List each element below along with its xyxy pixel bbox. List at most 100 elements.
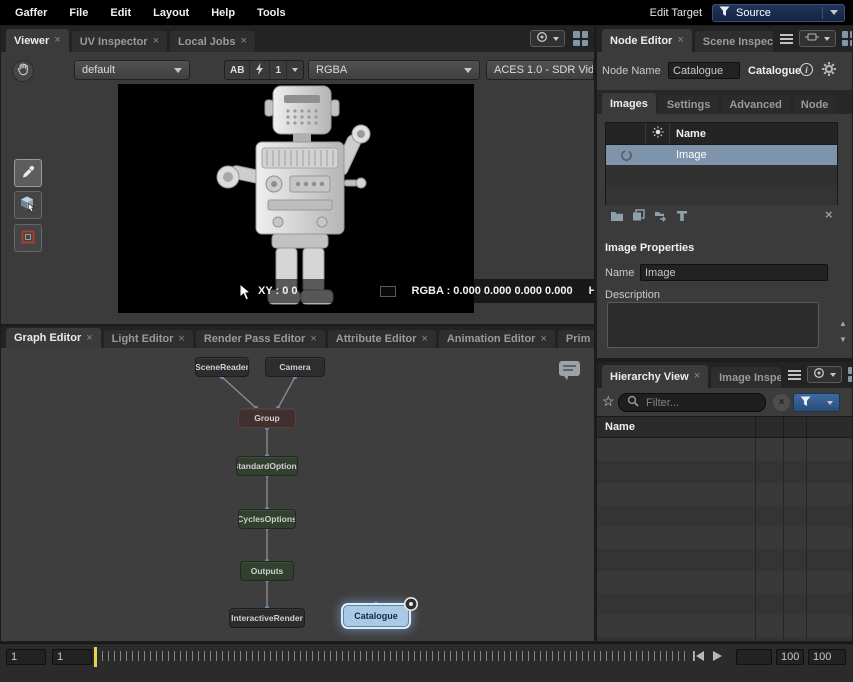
edit-target-source-dropdown[interactable]: Source <box>712 4 845 22</box>
menu-help[interactable]: Help <box>200 7 246 19</box>
tab-hierarchy-view[interactable]: Hierarchy View × <box>602 365 708 388</box>
empty-row <box>597 637 852 641</box>
tab-image-inspector[interactable]: Image Inspe <box>711 367 781 388</box>
menu-edit[interactable]: Edit <box>99 7 142 19</box>
close-tab-icon[interactable]: × <box>178 334 184 345</box>
tab-list-menu-icon[interactable] <box>788 370 801 380</box>
node-outputs[interactable]: Outputs <box>240 561 294 581</box>
subtab-node[interactable]: Node <box>793 95 837 114</box>
node-icon <box>805 32 819 45</box>
skip-to-start-button[interactable] <box>692 650 705 665</box>
menu-gaffer[interactable]: Gaffer <box>4 7 58 19</box>
frame-ruler[interactable] <box>102 651 686 661</box>
close-tab-icon[interactable]: × <box>677 35 683 46</box>
view-select-dropdown[interactable]: default <box>74 60 190 80</box>
playback-end-field[interactable] <box>776 649 804 665</box>
node-catalogue[interactable]: Catalogue <box>343 605 409 627</box>
filter-searchbox[interactable] <box>618 393 766 412</box>
exposure-value[interactable]: 1 <box>270 61 287 79</box>
playback-start-field[interactable] <box>52 649 92 665</box>
tab-label: Light Editor <box>112 333 174 345</box>
gear-icon[interactable] <box>821 61 837 80</box>
tab-list-menu-icon[interactable] <box>780 34 793 44</box>
tab-primitive-inspector[interactable]: Prim <box>558 330 594 348</box>
tab-light-editor[interactable]: Light Editor × <box>104 330 193 348</box>
add-image-button[interactable] <box>610 210 624 225</box>
node-name-field[interactable] <box>668 62 740 79</box>
node-scenereader[interactable]: SceneReader <box>195 357 249 377</box>
crop-window-tool-button[interactable] <box>14 224 42 252</box>
current-frame-field[interactable] <box>736 649 772 665</box>
subtab-images[interactable]: Images <box>602 93 656 114</box>
play-button[interactable] <box>712 650 723 665</box>
channel-select-value: RGBA <box>316 64 347 76</box>
current-frame-marker[interactable] <box>94 647 97 667</box>
info-icon[interactable]: i <box>800 63 813 76</box>
exposure-menu-button[interactable] <box>287 61 303 79</box>
hand-icon <box>17 63 30 79</box>
start-frame-field[interactable] <box>6 649 46 665</box>
tab-node-editor[interactable]: Node Editor × <box>602 29 692 52</box>
tab-uv-inspector[interactable]: UV Inspector × <box>72 31 167 52</box>
tab-scene-inspector[interactable]: Scene Inspecto <box>695 31 773 52</box>
tab-label: Images <box>610 98 648 110</box>
close-tab-icon[interactable]: × <box>54 35 60 46</box>
close-tab-icon[interactable]: × <box>694 371 700 382</box>
tab-render-pass-editor[interactable]: Render Pass Editor × <box>196 330 325 348</box>
tab-viewer[interactable]: Viewer × <box>6 29 69 52</box>
channel-select-dropdown[interactable]: RGBA <box>308 60 480 80</box>
export-image-button[interactable] <box>654 210 668 225</box>
select-tool-button[interactable] <box>14 191 42 219</box>
scroll-up-icon[interactable]: ▲ <box>839 320 847 328</box>
close-tab-icon[interactable]: × <box>240 36 246 47</box>
image-row-selected[interactable]: Image <box>606 145 837 165</box>
node-group[interactable]: Group <box>238 408 296 428</box>
extract-image-button[interactable] <box>676 210 688 225</box>
subtab-advanced[interactable]: Advanced <box>721 95 790 114</box>
chevron-down-icon <box>830 373 836 377</box>
node-graph-canvas[interactable]: SceneReader Camera Group StandardOptions… <box>1 348 594 641</box>
image-name-field[interactable] <box>640 264 828 281</box>
filter-input[interactable] <box>644 396 757 410</box>
tab-attribute-editor[interactable]: Attribute Editor × <box>328 330 436 348</box>
layout-grid-icon[interactable] <box>848 367 852 382</box>
remove-image-button[interactable]: × <box>825 207 833 222</box>
node-interactiverender[interactable]: InteractiveRender <box>229 608 305 628</box>
annotation-note-icon[interactable] <box>558 360 582 384</box>
hierarchy-target-dropdown[interactable] <box>807 366 842 383</box>
bookmark-star-icon[interactable]: ☆ <box>602 393 615 410</box>
close-tab-icon[interactable]: × <box>421 334 427 345</box>
duplicate-image-button[interactable] <box>632 209 645 225</box>
color-correction-button[interactable] <box>250 61 270 79</box>
menu-tools[interactable]: Tools <box>246 7 297 19</box>
node-cyclesoptions[interactable]: CyclesOptions <box>238 509 296 529</box>
subtab-settings[interactable]: Settings <box>659 95 718 114</box>
display-transform-dropdown[interactable]: ACES 1.0 - SDR Vide <box>486 60 594 80</box>
clear-filter-icon[interactable]: × <box>773 394 790 411</box>
description-field[interactable] <box>607 302 819 348</box>
tab-local-jobs[interactable]: Local Jobs × <box>170 31 255 52</box>
hierarchy-view-panel: Hierarchy View × Image Inspe ☆ × <box>597 362 852 641</box>
scroll-down-icon[interactable]: ▼ <box>839 336 847 344</box>
filter-options-dropdown[interactable] <box>793 393 840 412</box>
menu-file[interactable]: File <box>58 7 99 19</box>
close-tab-icon[interactable]: × <box>540 334 546 345</box>
close-tab-icon[interactable]: × <box>310 334 316 345</box>
viewer-target-dropdown[interactable] <box>530 30 565 47</box>
tab-animation-editor[interactable]: Animation Editor × <box>439 330 555 348</box>
chevron-down-icon <box>553 37 559 41</box>
color-picker-tool-button[interactable] <box>14 159 42 187</box>
pan-tool-button[interactable] <box>12 60 34 82</box>
close-tab-icon[interactable]: × <box>86 333 92 344</box>
ab-compare-button[interactable]: AB <box>225 61 250 79</box>
menu-layout[interactable]: Layout <box>142 7 200 19</box>
node-focus-dropdown[interactable] <box>799 30 836 47</box>
tab-graph-editor[interactable]: Graph Editor × <box>6 328 101 348</box>
close-tab-icon[interactable]: × <box>153 36 159 47</box>
end-frame-field[interactable] <box>808 649 846 665</box>
layout-grid-icon[interactable] <box>842 31 852 46</box>
node-standardoptions[interactable]: StandardOptions <box>236 456 298 476</box>
node-camera[interactable]: Camera <box>265 357 325 377</box>
layout-grid-icon[interactable] <box>573 31 588 46</box>
node-editor-panel: Node Editor × Scene Inspecto Node Name C… <box>597 26 852 358</box>
